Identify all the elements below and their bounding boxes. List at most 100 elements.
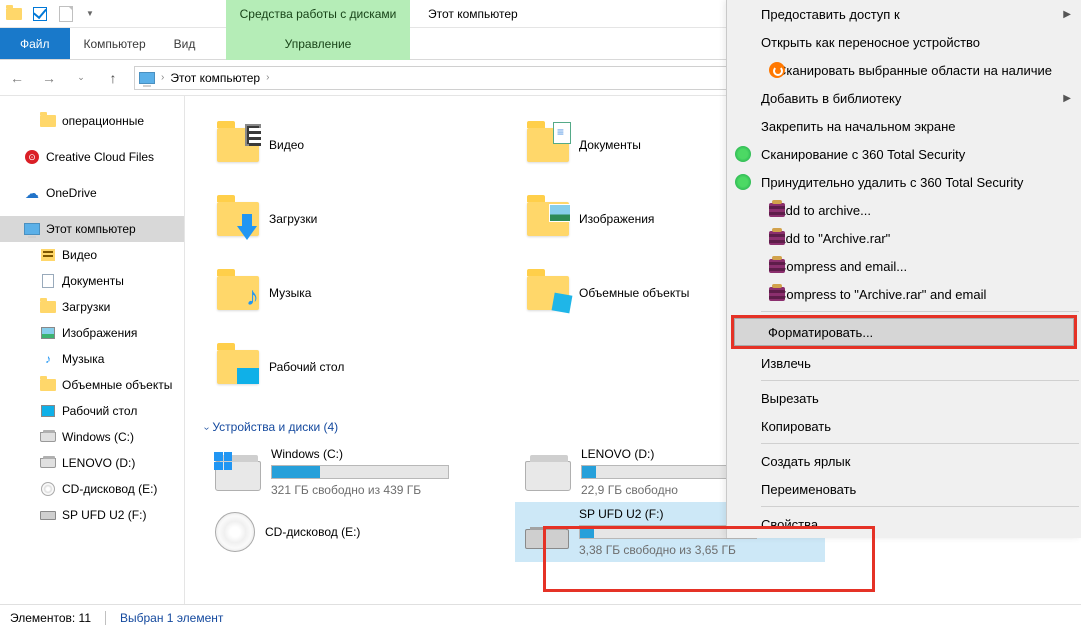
menu-item-label: Add to archive...	[777, 203, 871, 218]
menu-item[interactable]: Создать ярлык	[727, 447, 1081, 475]
folder-icon	[525, 122, 571, 168]
folder-label: Рабочий стол	[269, 360, 344, 374]
tree-item[interactable]: операционные	[0, 108, 184, 134]
menu-item[interactable]: Сканирование с 360 Total Security	[727, 140, 1081, 168]
tree-item-label: Видео	[62, 248, 97, 262]
pc-icon	[24, 222, 40, 236]
pic-icon	[40, 326, 56, 340]
drive-free-space: 3,38 ГБ свободно из 3,65 ГБ	[579, 543, 815, 557]
drive-label: Windows (C:)	[271, 447, 505, 461]
mus-icon: ♪	[40, 352, 56, 366]
tree-item[interactable]: SP UFD U2 (F:)	[0, 502, 184, 528]
menu-item-label: Сканировать выбранные области на наличие	[777, 63, 1052, 78]
tree-item[interactable]: ☁OneDrive	[0, 180, 184, 206]
tree-item[interactable]: Рабочий стол	[0, 398, 184, 424]
menu-item[interactable]: Compress to "Archive.rar" and email	[727, 280, 1081, 308]
menu-item[interactable]: Закрепить на начальном экране	[727, 112, 1081, 140]
menu-item-label: Добавить в библиотеку	[761, 91, 901, 106]
properties-checkbox-icon[interactable]	[32, 6, 48, 22]
folder-icon	[525, 196, 571, 242]
tree-item[interactable]: LENOVO (D:)	[0, 450, 184, 476]
menu-item[interactable]: Форматировать...	[734, 318, 1074, 346]
storage-bar	[271, 465, 449, 479]
menu-item[interactable]: Открыть как переносное устройство	[727, 28, 1081, 56]
tree-item[interactable]: Документы	[0, 268, 184, 294]
tree-item[interactable]: Видео	[0, 242, 184, 268]
tree-item-label: CD-дисковод (E:)	[62, 482, 157, 496]
avast-icon	[769, 62, 785, 78]
menu-item-label: Предоставить доступ к	[761, 7, 900, 22]
tree-item[interactable]: ♪ Музыка	[0, 346, 184, 372]
menu-item-label: Открыть как переносное устройство	[761, 35, 980, 50]
menu-item[interactable]: Сканировать выбранные области на наличие	[727, 56, 1081, 84]
context-menu[interactable]: Предоставить доступ к▶ Открыть как перено…	[726, 0, 1081, 538]
qat-dropdown-icon[interactable]: ▼	[86, 9, 94, 18]
menu-item[interactable]: Add to archive...	[727, 196, 1081, 224]
tree-item[interactable]: Изображения	[0, 320, 184, 346]
folder-icon	[215, 196, 261, 242]
tree-item[interactable]: Этот компьютер	[0, 216, 184, 242]
menu-item[interactable]: Предоставить доступ к▶	[727, 0, 1081, 28]
menu-item[interactable]: Извлечь	[727, 349, 1081, 377]
drive-icon	[215, 453, 261, 491]
winrar-icon	[769, 203, 785, 217]
separator	[105, 611, 106, 625]
drive-item[interactable]: CD-дисковод (E:)	[205, 502, 515, 562]
menu-item[interactable]: Переименовать	[727, 475, 1081, 503]
tab-manage[interactable]: Управление	[226, 28, 410, 60]
folder-item[interactable]: Видео	[205, 108, 515, 182]
menu-item[interactable]: Свойства	[727, 510, 1081, 538]
folder-item[interactable]: Загрузки	[205, 182, 515, 256]
tree-item-label: Изображения	[62, 326, 137, 340]
menu-item-label: Свойства	[761, 517, 818, 532]
menu-item-label: Форматировать...	[768, 325, 873, 340]
menu-item[interactable]: Добавить в библиотеку▶	[727, 84, 1081, 112]
tree-item-label: Документы	[62, 274, 124, 288]
forward-button[interactable]: →	[38, 67, 60, 89]
menu-item[interactable]: Принудительно удалить с 360 Total Securi…	[727, 168, 1081, 196]
tab-view[interactable]: Вид	[160, 28, 210, 59]
menu-item[interactable]: Вырезать	[727, 384, 1081, 412]
drive-icon	[40, 430, 56, 444]
cd-icon	[40, 482, 56, 496]
tree-item-label: LENOVO (D:)	[62, 456, 135, 470]
tree-item-label: Музыка	[62, 352, 104, 366]
tree-item[interactable]: Загрузки	[0, 294, 184, 320]
recent-dropdown-icon[interactable]: ⌄	[70, 67, 92, 89]
folder-label: Загрузки	[269, 212, 317, 226]
3d-icon	[40, 378, 56, 392]
chevron-down-icon[interactable]: ›	[201, 427, 212, 430]
tree-item-label: Creative Cloud Files	[46, 150, 154, 164]
menu-item-label: Вырезать	[761, 391, 819, 406]
film-icon	[40, 248, 56, 262]
menu-item[interactable]: Копировать	[727, 412, 1081, 440]
breadcrumb-root[interactable]: Этот компьютер	[170, 71, 260, 85]
menu-item[interactable]: Add to "Archive.rar"	[727, 224, 1081, 252]
docf-icon	[40, 274, 56, 288]
drive-label: CD-дисковод (E:)	[265, 525, 505, 539]
tab-computer[interactable]: Компьютер	[70, 28, 160, 59]
folder-item[interactable]: Рабочий стол	[205, 330, 515, 404]
folder-item[interactable]: ♪Музыка	[205, 256, 515, 330]
back-button[interactable]: ←	[6, 67, 28, 89]
tree-item[interactable]: CD-дисковод (E:)	[0, 476, 184, 502]
tree-item[interactable]: Windows (C:)	[0, 424, 184, 450]
folder-label: Документы	[579, 138, 641, 152]
tree-item[interactable]: ⊙ Creative Cloud Files	[0, 144, 184, 170]
menu-item-label: Add to "Archive.rar"	[777, 231, 890, 246]
tree-item[interactable]: Объемные объекты	[0, 372, 184, 398]
winrar-icon	[769, 259, 785, 273]
cc-icon: ⊙	[24, 150, 40, 164]
ts360-icon	[735, 174, 751, 190]
chevron-right-icon[interactable]: ›	[266, 72, 269, 83]
up-button[interactable]: ↑	[102, 67, 124, 89]
menu-item-label: Compress to "Archive.rar" and email	[777, 287, 986, 302]
new-document-icon[interactable]	[58, 6, 74, 22]
chevron-right-icon[interactable]: ›	[161, 72, 164, 83]
tab-file[interactable]: Файл	[0, 28, 70, 59]
menu-item[interactable]: Compress and email...	[727, 252, 1081, 280]
navigation-pane[interactable]: операционные ⊙ Creative Cloud Files ☁OneDri…	[0, 96, 185, 604]
drive-item[interactable]: Windows (C:)321 ГБ свободно из 439 ГБ	[205, 442, 515, 502]
tree-item-label: Windows (C:)	[62, 430, 134, 444]
tree-item-label: операционные	[62, 114, 144, 128]
